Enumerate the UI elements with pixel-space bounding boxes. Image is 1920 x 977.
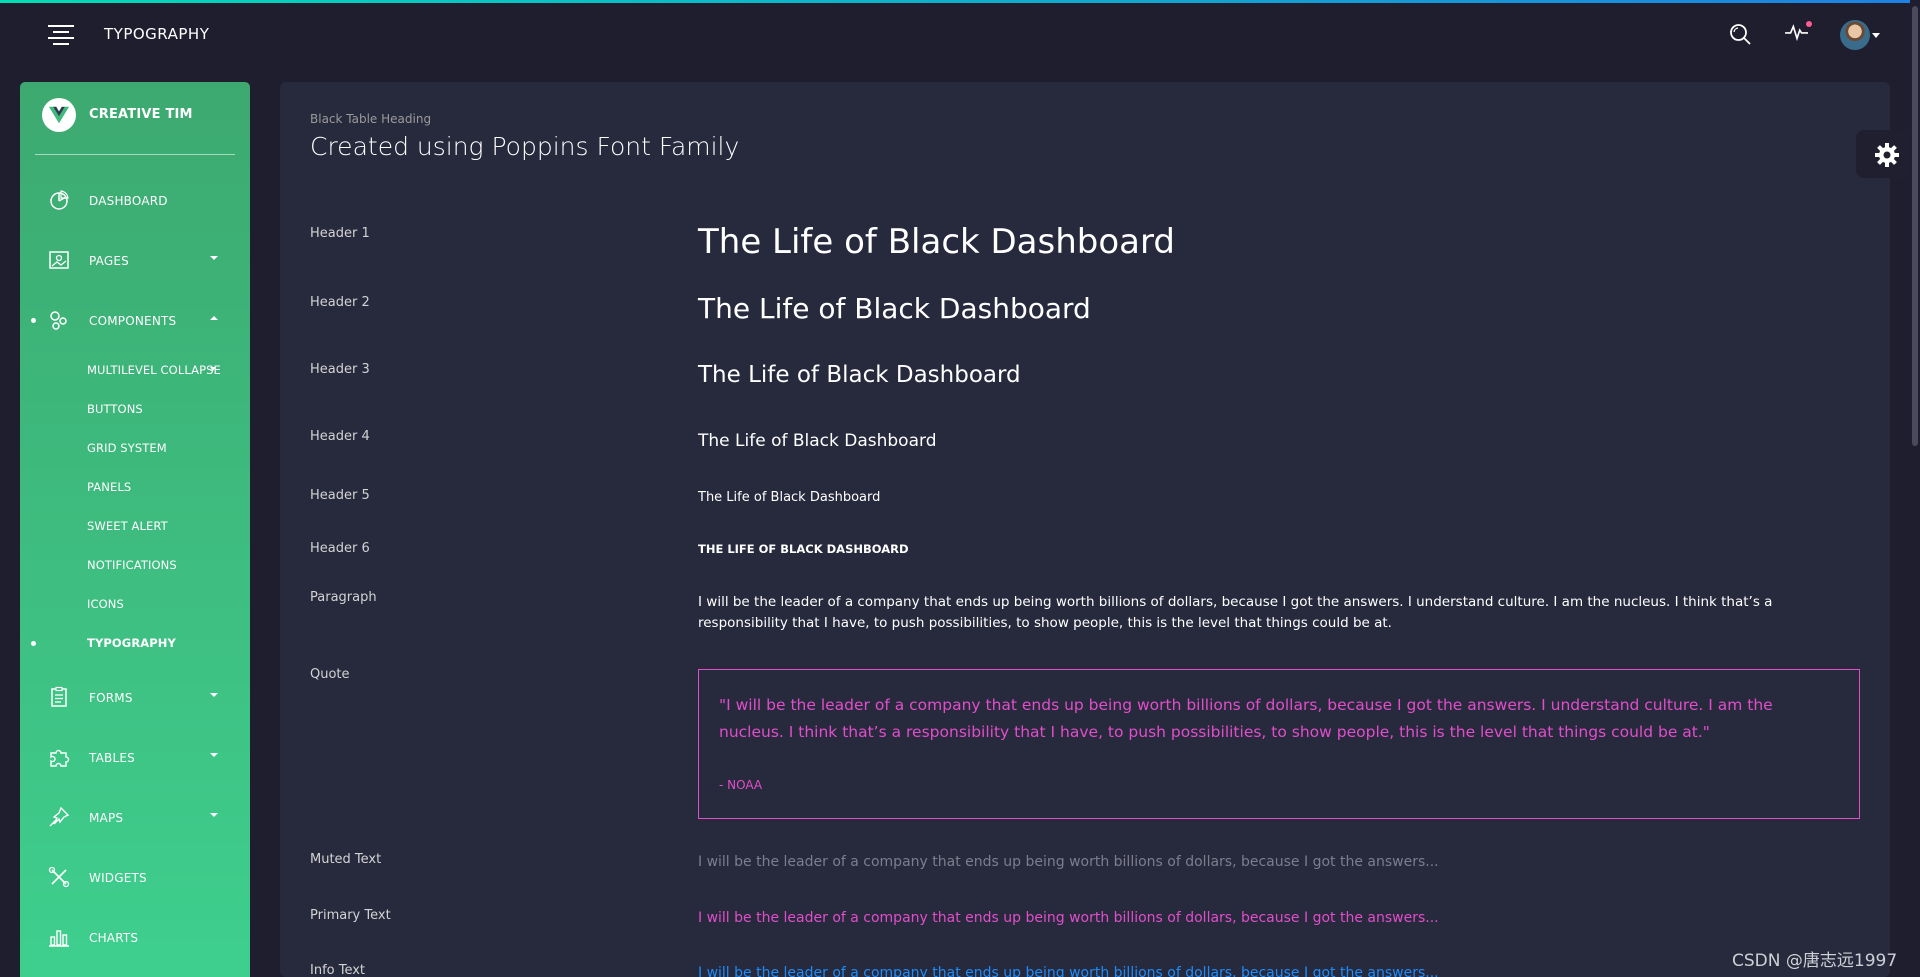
sidebar-item-pages[interactable]: PAGES — [20, 240, 250, 280]
row-label: Paragraph — [310, 590, 377, 605]
sidebar-item-label: WIDGETS — [89, 871, 147, 885]
sidebar-subitem-sweet-alert[interactable]: SWEET ALERT — [20, 511, 250, 541]
sidebar-brand[interactable]: CREATIVE TIM — [89, 107, 193, 122]
page-scrollbar[interactable] — [1910, 0, 1920, 977]
sidebar-item-label: PAGES — [89, 254, 129, 268]
sidebar-item-label: CHARTS — [89, 931, 139, 945]
bar-chart-icon — [49, 930, 69, 947]
sidebar-item-forms[interactable]: FORMS — [20, 677, 250, 717]
info-text-sample: I will be the leader of a company that e… — [698, 965, 1439, 977]
row-label: Header 3 — [310, 362, 370, 377]
sidebar-subitem-label: BUTTONS — [87, 402, 143, 416]
navbar: TYPOGRAPHY — [0, 3, 1920, 65]
tools-icon — [48, 866, 70, 888]
chevron-down-icon — [210, 813, 218, 817]
notification-dot — [1806, 21, 1812, 27]
sidebar-item-label: COMPONENTS — [89, 314, 177, 328]
gear-icon — [1875, 143, 1899, 167]
image-icon — [49, 251, 69, 269]
pin-icon — [49, 806, 70, 827]
molecule-icon — [50, 311, 67, 330]
header-5-sample: The Life of Black Dashboard — [698, 490, 881, 505]
row-label: Info Text — [310, 963, 366, 977]
chevron-down-icon — [1872, 33, 1880, 38]
chevron-down-icon — [210, 693, 218, 697]
row-label: Muted Text — [310, 852, 382, 867]
sidebar-subitem-label: PANELS — [87, 480, 132, 494]
sidebar-subitem-label: SWEET ALERT — [87, 519, 168, 533]
blockquote: "I will be the leader of a company that … — [698, 669, 1860, 819]
sidebar-subitem-grid-system[interactable]: GRID SYSTEM — [20, 433, 250, 463]
row-label: Quote — [310, 667, 350, 682]
sidebar-subitem-buttons[interactable]: BUTTONS — [20, 394, 250, 424]
sidebar-subitem-typography[interactable]: TYPOGRAPHY — [20, 628, 250, 658]
user-menu[interactable] — [1840, 20, 1880, 52]
header-6-sample: THE LIFE OF BLACK DASHBOARD — [698, 542, 909, 556]
sidebar-item-maps[interactable]: MAPS — [20, 797, 250, 837]
header-1-sample: The Life of Black Dashboard — [698, 222, 1175, 262]
watermark: CSDN @唐志远1997 — [1732, 951, 1898, 971]
paragraph-sample: I will be the leader of a company that e… — [698, 594, 1773, 631]
sidebar-subitem-label: GRID SYSTEM — [87, 441, 167, 455]
card-category: Black Table Heading — [310, 112, 432, 126]
chevron-up-icon — [210, 316, 218, 320]
sidebar-item-tables[interactable]: TABLES — [20, 737, 250, 777]
header-4-sample: The Life of Black Dashboard — [698, 431, 937, 451]
scrollbar-thumb[interactable] — [1912, 6, 1918, 446]
sidebar-subitem-icons[interactable]: ICONS — [20, 589, 250, 619]
active-indicator — [31, 318, 36, 323]
menu-icon[interactable] — [48, 25, 74, 47]
chevron-down-icon — [210, 367, 216, 371]
card-title: Created using Poppins Font Family — [310, 132, 740, 161]
sidebar-subitem-label: ICONS — [87, 597, 124, 611]
sidebar-item-widgets[interactable]: WIDGETS — [20, 857, 250, 897]
sidebar-subitem-label: TYPOGRAPHY — [87, 636, 176, 650]
notifications-button[interactable] — [1784, 21, 1812, 45]
sidebar-divider — [35, 154, 235, 155]
avatar — [1840, 20, 1870, 50]
sidebar-subitem-label: NOTIFICATIONS — [87, 558, 177, 572]
chart-pie-icon — [50, 190, 69, 210]
page-title: TYPOGRAPHY — [104, 25, 210, 43]
row-label: Primary Text — [310, 908, 391, 923]
row-label: Header 5 — [310, 488, 370, 503]
sidebar-item-label: TABLES — [89, 751, 135, 765]
puzzle-icon — [50, 749, 70, 767]
quote-footer: - NOAA — [719, 778, 763, 792]
header-3-sample: The Life of Black Dashboard — [698, 362, 1021, 388]
typography-card: Black Table Heading Created using Poppin… — [280, 82, 1890, 977]
sidebar: CREATIVE TIM DASHBOARD PAGES COMPONENTS … — [20, 82, 250, 977]
muted-text-sample: I will be the leader of a company that e… — [698, 854, 1439, 870]
search-icon[interactable] — [1728, 22, 1752, 46]
sidebar-item-components[interactable]: COMPONENTS — [20, 300, 250, 340]
chevron-down-icon — [210, 256, 218, 260]
sidebar-item-label: FORMS — [89, 691, 133, 705]
clipboard-icon — [51, 686, 67, 707]
sidebar-subitem-multilevel-collapse[interactable]: MULTILEVEL COLLAPSE — [20, 355, 250, 385]
row-label: Header 1 — [310, 226, 370, 241]
active-indicator — [31, 641, 36, 646]
row-label: Header 2 — [310, 295, 370, 310]
row-label: Header 4 — [310, 429, 370, 444]
header-2-sample: The Life of Black Dashboard — [698, 292, 1091, 325]
sidebar-subitem-notifications[interactable]: NOTIFICATIONS — [20, 550, 250, 580]
primary-text-sample: I will be the leader of a company that e… — [698, 910, 1439, 926]
sidebar-subitem-label: MULTILEVEL COLLAPSE — [87, 363, 221, 377]
quote-text: "I will be the leader of a company that … — [719, 696, 1773, 741]
sidebar-item-charts[interactable]: CHARTS — [20, 917, 250, 957]
vue-logo-icon[interactable] — [42, 98, 76, 132]
sidebar-item-dashboard[interactable]: DASHBOARD — [20, 180, 250, 220]
chevron-down-icon — [210, 753, 218, 757]
sidebar-subitem-panels[interactable]: PANELS — [20, 472, 250, 502]
sidebar-item-label: MAPS — [89, 811, 124, 825]
row-label: Header 6 — [310, 541, 370, 556]
sidebar-item-label: DASHBOARD — [89, 194, 168, 208]
